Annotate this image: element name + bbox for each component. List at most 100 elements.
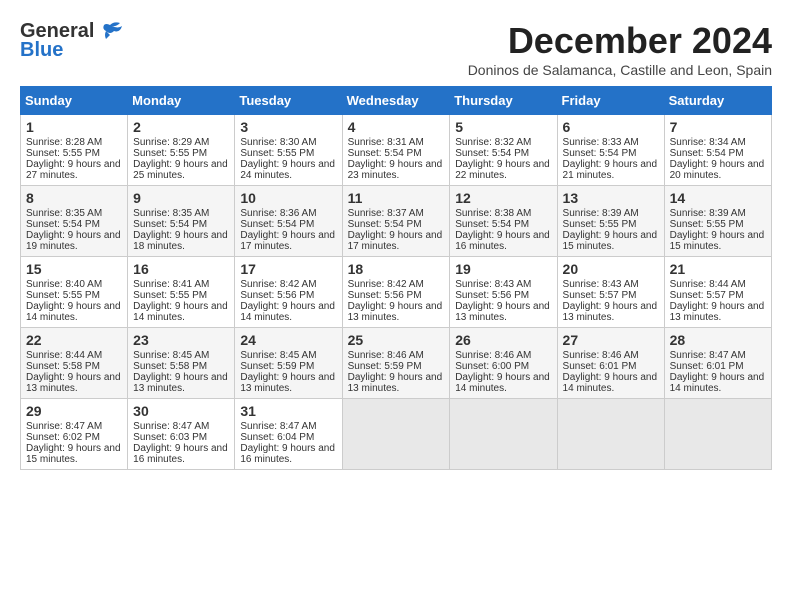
calendar-cell: 29 Sunrise: 8:47 AM Sunset: 6:02 PM Dayl… xyxy=(21,399,128,470)
calendar-cell: 9 Sunrise: 8:35 AM Sunset: 5:54 PM Dayli… xyxy=(128,186,235,257)
calendar-cell: 7 Sunrise: 8:34 AM Sunset: 5:54 PM Dayli… xyxy=(664,115,771,186)
sunset-text: Sunset: 6:01 PM xyxy=(670,361,744,372)
daylight-text: Daylight: 9 hours and 13 minutes. xyxy=(670,301,765,323)
calendar-cell: 21 Sunrise: 8:44 AM Sunset: 5:57 PM Dayl… xyxy=(664,257,771,328)
daylight-text: Daylight: 9 hours and 13 minutes. xyxy=(348,301,443,323)
calendar-cell: 31 Sunrise: 8:47 AM Sunset: 6:04 PM Dayl… xyxy=(235,399,342,470)
calendar-cell: 4 Sunrise: 8:31 AM Sunset: 5:54 PM Dayli… xyxy=(342,115,450,186)
calendar-cell xyxy=(557,399,664,470)
calendar-cell xyxy=(342,399,450,470)
calendar-cell: 23 Sunrise: 8:45 AM Sunset: 5:58 PM Dayl… xyxy=(128,328,235,399)
calendar-week-row: 22 Sunrise: 8:44 AM Sunset: 5:58 PM Dayl… xyxy=(21,328,772,399)
sunset-text: Sunset: 5:55 PM xyxy=(26,290,100,301)
calendar-cell: 2 Sunrise: 8:29 AM Sunset: 5:55 PM Dayli… xyxy=(128,115,235,186)
calendar-cell: 8 Sunrise: 8:35 AM Sunset: 5:54 PM Dayli… xyxy=(21,186,128,257)
sunset-text: Sunset: 5:55 PM xyxy=(240,148,314,159)
day-number: 18 xyxy=(348,261,445,277)
day-number: 30 xyxy=(133,403,229,419)
sunset-text: Sunset: 5:59 PM xyxy=(348,361,422,372)
calendar-cell xyxy=(450,399,557,470)
sunset-text: Sunset: 5:58 PM xyxy=(26,361,100,372)
daylight-text: Daylight: 9 hours and 15 minutes. xyxy=(26,443,121,465)
daylight-text: Daylight: 9 hours and 16 minutes. xyxy=(133,443,228,465)
daylight-text: Daylight: 9 hours and 13 minutes. xyxy=(563,301,658,323)
sunrise-text: Sunrise: 8:35 AM xyxy=(133,208,209,219)
daylight-text: Daylight: 9 hours and 16 minutes. xyxy=(455,230,550,252)
header-friday: Friday xyxy=(557,87,664,115)
sunrise-text: Sunrise: 8:46 AM xyxy=(348,350,424,361)
calendar-cell: 17 Sunrise: 8:42 AM Sunset: 5:56 PM Dayl… xyxy=(235,257,342,328)
day-number: 1 xyxy=(26,119,122,135)
sunrise-text: Sunrise: 8:44 AM xyxy=(26,350,102,361)
calendar-cell: 24 Sunrise: 8:45 AM Sunset: 5:59 PM Dayl… xyxy=(235,328,342,399)
daylight-text: Daylight: 9 hours and 25 minutes. xyxy=(133,159,228,181)
daylight-text: Daylight: 9 hours and 16 minutes. xyxy=(240,443,335,465)
sunrise-text: Sunrise: 8:40 AM xyxy=(26,279,102,290)
sunrise-text: Sunrise: 8:35 AM xyxy=(26,208,102,219)
calendar-header-row: Sunday Monday Tuesday Wednesday Thursday… xyxy=(21,87,772,115)
sunrise-text: Sunrise: 8:28 AM xyxy=(26,137,102,148)
sunrise-text: Sunrise: 8:47 AM xyxy=(26,421,102,432)
daylight-text: Daylight: 9 hours and 23 minutes. xyxy=(348,159,443,181)
calendar-cell: 27 Sunrise: 8:46 AM Sunset: 6:01 PM Dayl… xyxy=(557,328,664,399)
sunrise-text: Sunrise: 8:32 AM xyxy=(455,137,531,148)
daylight-text: Daylight: 9 hours and 20 minutes. xyxy=(670,159,765,181)
sunrise-text: Sunrise: 8:41 AM xyxy=(133,279,209,290)
calendar-cell: 30 Sunrise: 8:47 AM Sunset: 6:03 PM Dayl… xyxy=(128,399,235,470)
day-number: 13 xyxy=(563,190,659,206)
sunset-text: Sunset: 5:54 PM xyxy=(26,219,100,230)
day-number: 5 xyxy=(455,119,551,135)
calendar-cell: 6 Sunrise: 8:33 AM Sunset: 5:54 PM Dayli… xyxy=(557,115,664,186)
day-number: 2 xyxy=(133,119,229,135)
header-monday: Monday xyxy=(128,87,235,115)
sunrise-text: Sunrise: 8:43 AM xyxy=(563,279,639,290)
day-number: 17 xyxy=(240,261,336,277)
daylight-text: Daylight: 9 hours and 21 minutes. xyxy=(563,159,658,181)
logo: General Blue xyxy=(20,20,124,62)
calendar-cell: 19 Sunrise: 8:43 AM Sunset: 5:56 PM Dayl… xyxy=(450,257,557,328)
sunset-text: Sunset: 5:54 PM xyxy=(133,219,207,230)
day-number: 12 xyxy=(455,190,551,206)
sunset-text: Sunset: 6:01 PM xyxy=(563,361,637,372)
daylight-text: Daylight: 9 hours and 24 minutes. xyxy=(240,159,335,181)
day-number: 7 xyxy=(670,119,766,135)
day-number: 25 xyxy=(348,332,445,348)
daylight-text: Daylight: 9 hours and 18 minutes. xyxy=(133,230,228,252)
sunrise-text: Sunrise: 8:47 AM xyxy=(670,350,746,361)
calendar-cell: 15 Sunrise: 8:40 AM Sunset: 5:55 PM Dayl… xyxy=(21,257,128,328)
calendar-cell: 26 Sunrise: 8:46 AM Sunset: 6:00 PM Dayl… xyxy=(450,328,557,399)
sunrise-text: Sunrise: 8:45 AM xyxy=(133,350,209,361)
calendar-cell: 1 Sunrise: 8:28 AM Sunset: 5:55 PM Dayli… xyxy=(21,115,128,186)
sunset-text: Sunset: 5:56 PM xyxy=(348,290,422,301)
sunset-text: Sunset: 6:03 PM xyxy=(133,432,207,443)
sunset-text: Sunset: 5:54 PM xyxy=(670,148,744,159)
sunset-text: Sunset: 5:56 PM xyxy=(240,290,314,301)
sunrise-text: Sunrise: 8:42 AM xyxy=(348,279,424,290)
day-number: 10 xyxy=(240,190,336,206)
sunrise-text: Sunrise: 8:37 AM xyxy=(348,208,424,219)
day-number: 14 xyxy=(670,190,766,206)
day-number: 9 xyxy=(133,190,229,206)
calendar-week-row: 1 Sunrise: 8:28 AM Sunset: 5:55 PM Dayli… xyxy=(21,115,772,186)
calendar-cell: 14 Sunrise: 8:39 AM Sunset: 5:55 PM Dayl… xyxy=(664,186,771,257)
logo-bird-icon xyxy=(96,21,124,43)
daylight-text: Daylight: 9 hours and 13 minutes. xyxy=(348,372,443,394)
header-tuesday: Tuesday xyxy=(235,87,342,115)
sunset-text: Sunset: 6:02 PM xyxy=(26,432,100,443)
day-number: 11 xyxy=(348,190,445,206)
sunrise-text: Sunrise: 8:45 AM xyxy=(240,350,316,361)
sunset-text: Sunset: 5:55 PM xyxy=(133,148,207,159)
sunset-text: Sunset: 5:55 PM xyxy=(133,290,207,301)
sunset-text: Sunset: 5:54 PM xyxy=(563,148,637,159)
location-subtitle: Doninos de Salamanca, Castille and Leon,… xyxy=(468,62,772,78)
sunrise-text: Sunrise: 8:42 AM xyxy=(240,279,316,290)
calendar-cell: 10 Sunrise: 8:36 AM Sunset: 5:54 PM Dayl… xyxy=(235,186,342,257)
daylight-text: Daylight: 9 hours and 14 minutes. xyxy=(563,372,658,394)
sunset-text: Sunset: 5:54 PM xyxy=(348,148,422,159)
sunrise-text: Sunrise: 8:47 AM xyxy=(133,421,209,432)
sunrise-text: Sunrise: 8:34 AM xyxy=(670,137,746,148)
calendar-cell: 16 Sunrise: 8:41 AM Sunset: 5:55 PM Dayl… xyxy=(128,257,235,328)
day-number: 22 xyxy=(26,332,122,348)
day-number: 20 xyxy=(563,261,659,277)
calendar-cell xyxy=(664,399,771,470)
